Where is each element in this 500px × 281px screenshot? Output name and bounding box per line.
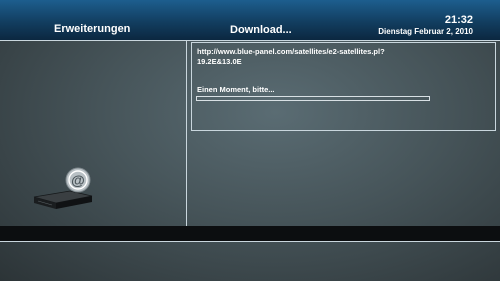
receiver-at-icon: @: [30, 165, 94, 211]
screen-title: Erweiterungen: [54, 23, 131, 35]
download-url: http://www.blue-panel.com/satellites/e2-…: [197, 47, 385, 66]
date-display: Dienstag Februar 2, 2010: [378, 27, 473, 36]
vertical-divider: [186, 41, 187, 226]
header-divider: [0, 40, 500, 41]
footer-bar: [0, 226, 500, 241]
status-text: Einen Moment, bitte...: [197, 85, 275, 94]
clock: 21:32: [444, 14, 473, 26]
download-panel: http://www.blue-panel.com/satellites/e2-…: [191, 42, 496, 131]
footer-divider: [0, 241, 500, 242]
svg-text:@: @: [71, 172, 85, 188]
progress-bar: [196, 96, 430, 101]
download-title: Download...: [230, 24, 292, 36]
